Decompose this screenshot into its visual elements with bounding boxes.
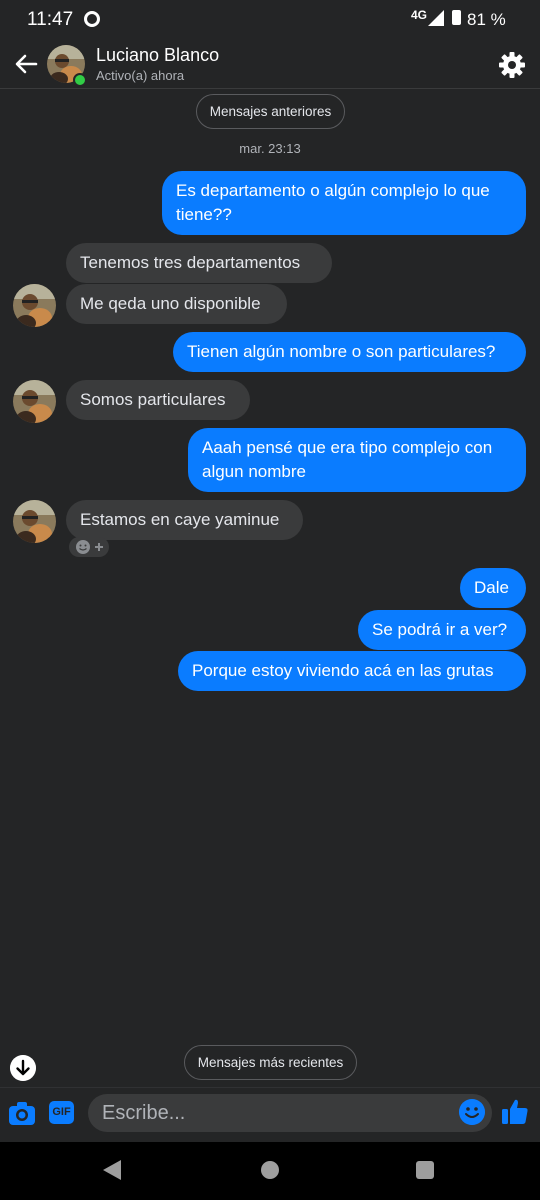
message-incoming[interactable]: Me qeda uno disponible	[66, 284, 287, 324]
older-messages-button[interactable]: Mensajes anteriores	[196, 94, 345, 129]
online-indicator	[73, 73, 87, 87]
contact-avatar[interactable]	[13, 380, 56, 423]
network-type: 4G	[411, 8, 428, 22]
newer-messages-button[interactable]: Mensajes más recientes	[184, 1045, 357, 1080]
contact-avatar[interactable]	[13, 284, 56, 327]
nav-recents-icon[interactable]	[416, 1161, 434, 1179]
gif-button[interactable]: GIF	[49, 1101, 74, 1124]
message-incoming[interactable]: Somos particulares	[66, 380, 250, 420]
message-outgoing[interactable]: Porque estoy viviendo acá en las grutas	[178, 651, 526, 691]
message-incoming[interactable]: Estamos en caye yaminue	[66, 500, 303, 540]
nav-home-icon[interactable]	[261, 1161, 279, 1179]
message-outgoing[interactable]: Aaah pensé que era tipo complejo con alg…	[188, 428, 526, 492]
add-reaction-icon[interactable]	[69, 537, 109, 557]
message-outgoing[interactable]: Es departamento o algún complejo lo que …	[162, 171, 526, 235]
message-outgoing[interactable]: Se podrá ir a ver?	[358, 610, 526, 650]
message-input[interactable]	[88, 1094, 492, 1132]
gear-icon[interactable]	[497, 50, 527, 80]
contact-status: Activo(a) ahora	[96, 68, 185, 83]
nav-back-icon[interactable]	[103, 1160, 121, 1180]
thumbs-up-icon[interactable]	[500, 1097, 530, 1127]
message-timestamp: mar. 23:13	[239, 141, 301, 156]
chat-header: Luciano Blanco Activo(a) ahora	[0, 40, 540, 89]
message-outgoing[interactable]: Dale	[460, 568, 526, 608]
battery-icon	[452, 10, 461, 25]
contact-avatar[interactable]	[13, 500, 56, 543]
battery-level: 81 %	[467, 10, 506, 29]
signal-icon	[428, 10, 444, 26]
contact-name[interactable]: Luciano Blanco	[96, 45, 219, 66]
message-incoming[interactable]: Tenemos tres departamentos	[66, 243, 332, 283]
chrome-icon	[84, 11, 100, 27]
arrow-left-icon[interactable]	[12, 50, 40, 78]
status-time: 11:47	[27, 9, 74, 30]
arrow-down-icon[interactable]	[10, 1055, 36, 1081]
smiley-icon[interactable]	[459, 1099, 485, 1125]
message-outgoing[interactable]: Tienen algún nombre o son particulares?	[173, 332, 526, 372]
status-bar: 11:47 4G 81 %	[0, 0, 540, 40]
camera-icon[interactable]	[8, 1099, 36, 1127]
